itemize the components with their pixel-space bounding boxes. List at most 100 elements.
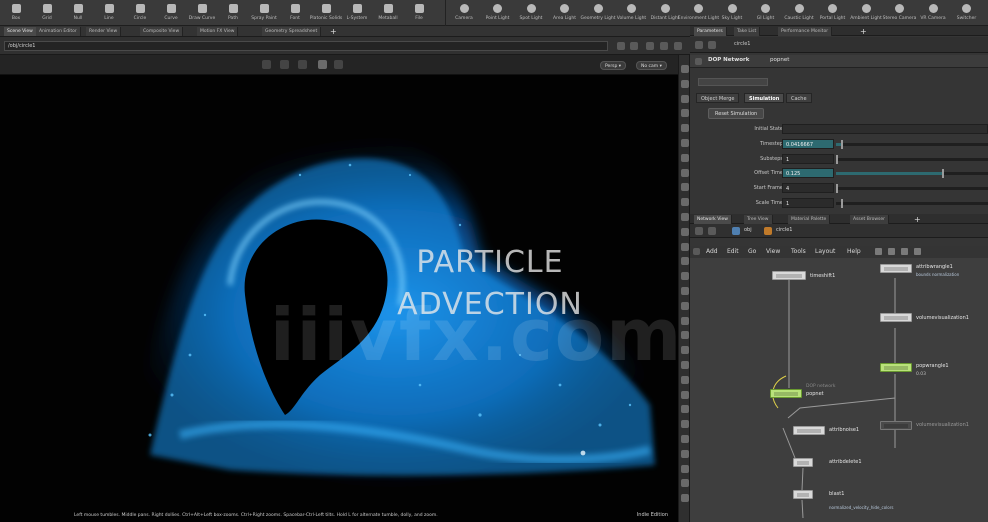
shelf-tool-spot-light[interactable]: Spot Light: [517, 2, 545, 24]
display-option-icon[interactable]: [681, 375, 689, 384]
network-menu-edit[interactable]: Edit: [727, 248, 739, 255]
display-option-icon[interactable]: [681, 361, 689, 369]
shelf-tool-switcher[interactable]: Switcher: [953, 2, 981, 24]
persp-menu[interactable]: Persp ▾: [600, 61, 627, 70]
slider-handle[interactable]: [836, 184, 838, 194]
sim-tab-simulation[interactable]: Simulation: [744, 93, 785, 103]
shelf-tool-point-light[interactable]: Point Light: [484, 2, 512, 24]
display-option-icon[interactable]: [681, 272, 689, 281]
shelf-tool-metaball[interactable]: Metaball: [374, 2, 402, 24]
handle-tool-icon[interactable]: [298, 60, 307, 69]
network-menu-help[interactable]: Help: [847, 248, 861, 255]
wrench-icon[interactable]: [875, 248, 882, 255]
desktop-tab-render-view[interactable]: Render View: [86, 27, 122, 36]
shelf-tool-circle[interactable]: Circle: [126, 2, 154, 24]
camera-menu[interactable]: No cam ▾: [636, 61, 667, 70]
shelf-tool-spray-paint[interactable]: Spray Paint: [250, 2, 278, 24]
param-value-field[interactable]: 0.125: [782, 168, 834, 179]
param-path-crumb[interactable]: circle1: [734, 41, 750, 47]
display-option-icon[interactable]: [681, 435, 689, 443]
pin-icon[interactable]: [646, 42, 654, 50]
shelf-tool-vr-camera[interactable]: VR Camera: [919, 2, 947, 24]
display-option-icon[interactable]: [681, 183, 689, 192]
shelf-tool-null[interactable]: Null: [64, 2, 92, 24]
forward-icon[interactable]: [630, 42, 638, 50]
shelf-tool-path[interactable]: Path: [219, 2, 247, 24]
desktop-tab-composite-view[interactable]: Composite View: [140, 27, 184, 36]
network-tab-material-palette[interactable]: Material Palette: [788, 215, 831, 224]
scene-viewport[interactable]: Persp ▾ No cam ▾ iiivfx.com PARTICLE ADV…: [0, 55, 678, 522]
display-option-icon[interactable]: [681, 464, 689, 473]
node-attribwrangle[interactable]: [880, 264, 912, 273]
sim-tab-cache[interactable]: Cache: [786, 93, 812, 103]
param-value-field[interactable]: 0.0416667: [782, 139, 834, 149]
node-volumevisualization[interactable]: [880, 313, 912, 322]
shelf-tool-portal-light[interactable]: Portal Light: [819, 2, 847, 24]
node-attribnoise[interactable]: [793, 426, 825, 435]
shelf-tool-platonic-solids[interactable]: Platonic Solids: [310, 2, 342, 24]
render-region-icon[interactable]: [334, 60, 343, 69]
shelf-tool-curve[interactable]: Curve: [157, 2, 185, 24]
shelf-tool-line[interactable]: Line: [95, 2, 123, 24]
network-tab-network-view[interactable]: Network View: [694, 215, 732, 224]
param-slider[interactable]: [836, 169, 988, 179]
display-option-icon[interactable]: [681, 331, 689, 340]
display-option-icon[interactable]: [681, 94, 689, 103]
param-value-field[interactable]: 4: [782, 183, 834, 194]
display-option-icon[interactable]: [681, 109, 689, 118]
snap-icon[interactable]: [914, 248, 921, 255]
network-menu-go[interactable]: Go: [748, 248, 756, 255]
display-option-icon[interactable]: [681, 287, 689, 295]
desktop-tab-geometry-spreadsheet[interactable]: Geometry Spreadsheet: [262, 27, 322, 36]
initial-state-field[interactable]: [782, 124, 988, 134]
maximize-icon[interactable]: [674, 42, 682, 50]
settings-icon[interactable]: [660, 42, 668, 50]
add-tab-icon[interactable]: +: [330, 26, 337, 37]
select-tool-icon[interactable]: [262, 60, 271, 69]
forward-icon[interactable]: [708, 227, 716, 235]
shelf-tool-distant-light[interactable]: Distant Light: [651, 2, 679, 24]
shelf-tool-geometry-light[interactable]: Geometry Light: [580, 2, 616, 24]
node-name-field[interactable]: popnet: [770, 57, 789, 63]
shelf-tool-volume-light[interactable]: Volume Light: [617, 2, 646, 24]
display-option-icon[interactable]: [681, 124, 689, 133]
network-menu-view[interactable]: View: [766, 248, 780, 255]
forward-icon[interactable]: [708, 41, 716, 49]
slider-handle[interactable]: [841, 198, 843, 208]
display-option-icon[interactable]: [681, 449, 689, 458]
path-field[interactable]: /obj/circle1: [4, 41, 608, 51]
display-option-icon[interactable]: [681, 405, 689, 414]
shelf-tool-box[interactable]: Box: [2, 2, 30, 24]
slider-handle[interactable]: [836, 154, 838, 164]
node-attribdelete[interactable]: [793, 458, 813, 467]
network-tab-tree-view[interactable]: Tree View: [744, 215, 773, 224]
shelf-tool-font[interactable]: Font: [281, 2, 309, 24]
add-tab-icon[interactable]: +: [860, 26, 867, 37]
param-slider[interactable]: [836, 184, 988, 194]
param-tab-take-list[interactable]: Take List: [734, 27, 761, 36]
shelf-tool-stereo-camera[interactable]: Stereo Camera: [883, 2, 916, 24]
sim-tab-object-merge[interactable]: Object Merge: [696, 93, 740, 103]
display-option-icon[interactable]: [681, 153, 689, 162]
shelf-tool-grid[interactable]: Grid: [33, 2, 61, 24]
back-icon[interactable]: [617, 42, 625, 50]
network-home-icon[interactable]: [693, 248, 700, 255]
param-value-field[interactable]: 1: [782, 153, 834, 164]
param-tab-parameters[interactable]: Parameters: [694, 27, 727, 36]
node-blast[interactable]: [793, 490, 813, 499]
shelf-tool-environment-light[interactable]: Environment Light: [678, 2, 719, 24]
network-editor[interactable]: timeshift1 attribwrangle1 bounds normali…: [690, 258, 988, 522]
shelf-tool-gi-light[interactable]: GI Light: [752, 2, 780, 24]
desktop-tab-animation-editor[interactable]: Animation Editor: [36, 27, 81, 36]
shelf-tool-area-light[interactable]: Area Light: [551, 2, 579, 24]
node-popwrangle[interactable]: [880, 363, 912, 372]
network-menu-tools[interactable]: Tools: [791, 248, 806, 255]
display-option-icon[interactable]: [681, 257, 689, 266]
network-menu-add[interactable]: Add: [706, 248, 718, 255]
view-tool-icon[interactable]: [318, 60, 327, 69]
display-option-icon[interactable]: [681, 479, 689, 488]
desktop-tab-scene-view[interactable]: Scene View: [4, 27, 37, 36]
back-icon[interactable]: [695, 227, 703, 235]
node-timeshift[interactable]: [772, 271, 806, 280]
display-option-icon[interactable]: [681, 301, 689, 310]
